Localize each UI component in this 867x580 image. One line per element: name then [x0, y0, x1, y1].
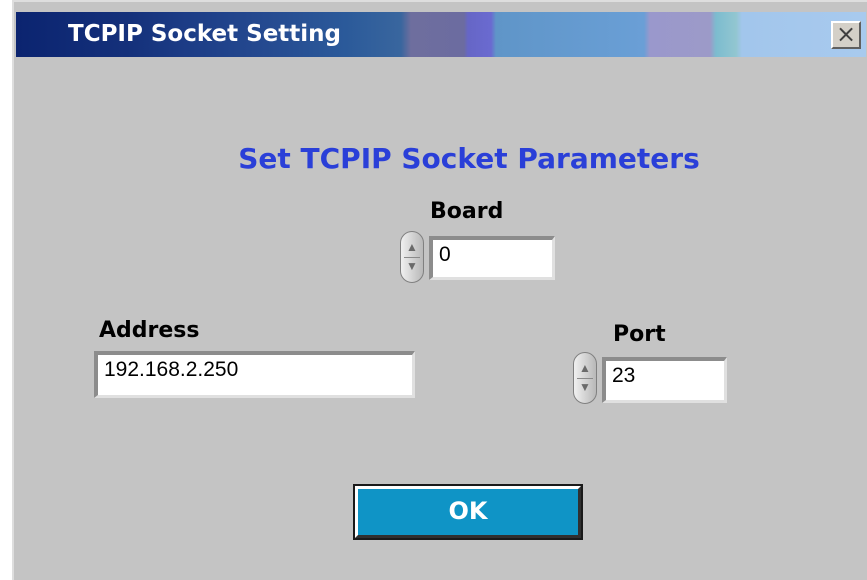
board-field[interactable]: 0 [429, 236, 555, 280]
spinner-down-icon[interactable]: ▼ [579, 381, 591, 393]
port-label: Port [613, 322, 666, 347]
port-field[interactable]: 23 [602, 357, 727, 403]
spinner-up-icon[interactable]: ▲ [579, 362, 591, 374]
dialog-window: TCPIP Socket Setting × Set TCPIP Socket … [12, 0, 867, 580]
ok-button[interactable]: OK [353, 484, 583, 540]
spinner-up-icon[interactable]: ▲ [406, 241, 418, 253]
board-label: Board [430, 199, 504, 224]
window-title: TCPIP Socket Setting [68, 21, 342, 47]
dialog-heading: Set TCPIP Socket Parameters [238, 142, 700, 175]
close-button[interactable]: × [831, 21, 861, 49]
address-label: Address [99, 318, 200, 343]
address-field[interactable]: 192.168.2.250 [94, 351, 415, 398]
spinner-down-icon[interactable]: ▼ [406, 260, 418, 272]
board-spinner[interactable]: ▲ ▼ [400, 231, 424, 283]
port-spinner[interactable]: ▲ ▼ [573, 352, 597, 404]
title-bar[interactable]: TCPIP Socket Setting × [16, 12, 866, 57]
close-icon: × [835, 20, 857, 48]
